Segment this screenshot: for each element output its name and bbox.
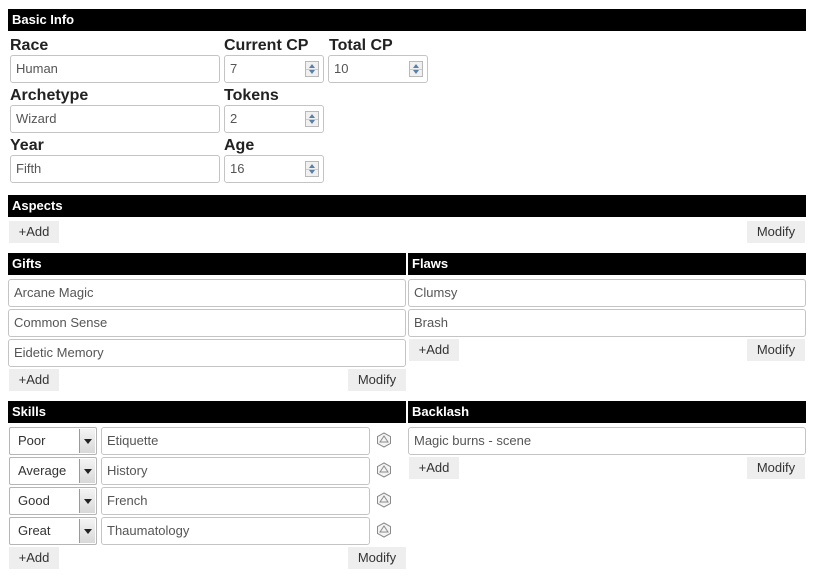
current-cp-label: Current CP xyxy=(224,37,309,54)
age-field[interactable]: 16 xyxy=(224,155,324,183)
gifts-modify-button[interactable]: Modify xyxy=(348,369,406,391)
tokens-value: 2 xyxy=(230,111,238,126)
backlash-modify-button[interactable]: Modify xyxy=(747,457,805,479)
backlash-add-button[interactable]: +Add xyxy=(409,457,459,479)
total-cp-value: 10 xyxy=(334,61,349,76)
skill-level-value: Poor xyxy=(18,433,46,448)
current-cp-spinner[interactable] xyxy=(305,61,319,77)
skill-level-select[interactable]: Great xyxy=(9,517,97,545)
skill-level-select[interactable]: Poor xyxy=(9,427,97,455)
dice-icon[interactable] xyxy=(376,492,392,508)
chevron-down-icon[interactable] xyxy=(79,489,95,513)
skills-modify-button[interactable]: Modify xyxy=(348,547,406,569)
gift-item[interactable]: Eidetic Memory xyxy=(8,339,406,367)
backlash-header: Backlash xyxy=(408,401,806,423)
year-label: Year xyxy=(10,137,44,154)
skill-name-field[interactable]: Thaumatology xyxy=(101,517,370,545)
skills-header: Skills xyxy=(8,401,406,423)
gifts-add-button[interactable]: +Add xyxy=(9,369,59,391)
gift-item[interactable]: Arcane Magic xyxy=(8,279,406,307)
skill-level-value: Good xyxy=(18,493,50,508)
age-label: Age xyxy=(224,137,255,154)
backlash-item[interactable]: Magic burns - scene xyxy=(408,427,806,455)
skill-name-field[interactable]: French xyxy=(101,487,370,515)
skill-level-select[interactable]: Average xyxy=(9,457,97,485)
dice-icon[interactable] xyxy=(376,432,392,448)
total-cp-label: Total CP xyxy=(329,37,393,54)
current-cp-value: 7 xyxy=(230,61,238,76)
chevron-down-icon[interactable] xyxy=(79,429,95,453)
skill-level-select[interactable]: Good xyxy=(9,487,97,515)
tokens-spinner[interactable] xyxy=(305,111,319,127)
year-field[interactable]: Fifth xyxy=(10,155,220,183)
flaw-item[interactable]: Brash xyxy=(408,309,806,337)
flaws-modify-button[interactable]: Modify xyxy=(747,339,805,361)
chevron-down-icon[interactable] xyxy=(79,459,95,483)
gifts-header: Gifts xyxy=(8,253,406,275)
skills-add-button[interactable]: +Add xyxy=(9,547,59,569)
current-cp-field[interactable]: 7 xyxy=(224,55,324,83)
archetype-field[interactable]: Wizard xyxy=(10,105,220,133)
dice-icon[interactable] xyxy=(376,462,392,478)
race-field[interactable]: Human xyxy=(10,55,220,83)
basic-info-header: Basic Info xyxy=(8,9,806,31)
total-cp-field[interactable]: 10 xyxy=(328,55,428,83)
flaw-item[interactable]: Clumsy xyxy=(408,279,806,307)
age-spinner[interactable] xyxy=(305,161,319,177)
race-label: Race xyxy=(10,37,49,54)
skill-name-field[interactable]: Etiquette xyxy=(101,427,370,455)
tokens-field[interactable]: 2 xyxy=(224,105,324,133)
chevron-down-icon[interactable] xyxy=(79,519,95,543)
total-cp-spinner[interactable] xyxy=(409,61,423,77)
gift-item[interactable]: Common Sense xyxy=(8,309,406,337)
age-value: 16 xyxy=(230,161,245,176)
archetype-label: Archetype xyxy=(10,87,89,104)
flaws-add-button[interactable]: +Add xyxy=(409,339,459,361)
skill-name-field[interactable]: History xyxy=(101,457,370,485)
aspects-header: Aspects xyxy=(8,195,806,217)
skill-level-value: Average xyxy=(18,463,67,478)
aspects-add-button[interactable]: +Add xyxy=(9,221,59,243)
tokens-label: Tokens xyxy=(224,87,279,104)
dice-icon[interactable] xyxy=(376,522,392,538)
skill-level-value: Great xyxy=(18,523,51,538)
flaws-header: Flaws xyxy=(408,253,806,275)
aspects-modify-button[interactable]: Modify xyxy=(747,221,805,243)
